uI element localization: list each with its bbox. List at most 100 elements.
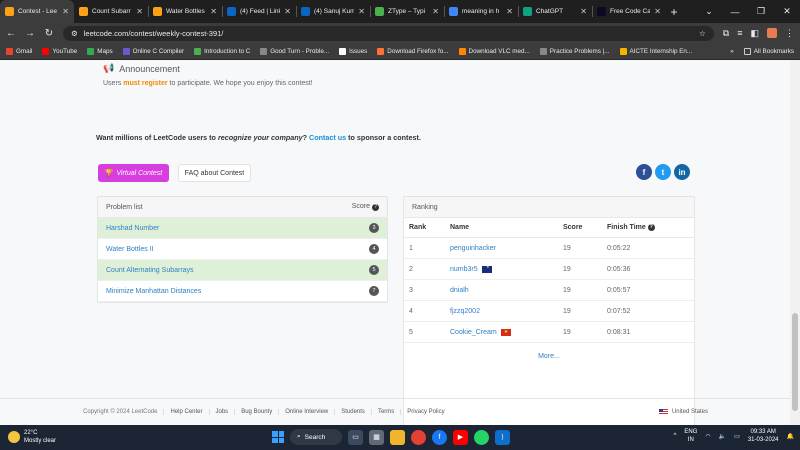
tray-overflow-icon[interactable]: ^ bbox=[674, 433, 677, 439]
bookmark-item[interactable]: Maps bbox=[87, 47, 113, 55]
extensions-icon[interactable]: ⧉ bbox=[723, 28, 729, 39]
close-tab-icon[interactable]: ✕ bbox=[284, 7, 291, 16]
maximize-button[interactable]: ❐ bbox=[748, 6, 774, 17]
site-info-icon[interactable]: ⚙ bbox=[71, 29, 78, 38]
close-tab-icon[interactable]: ✕ bbox=[580, 7, 587, 16]
browser-tab[interactable]: (4) Sanuj Kum ✕ bbox=[296, 0, 370, 23]
task-view-icon[interactable]: ▭ bbox=[348, 429, 363, 445]
help-icon[interactable]: ? bbox=[647, 224, 655, 231]
more-ranking-link[interactable]: More... bbox=[404, 343, 694, 370]
bookmark-item[interactable]: Good Turn - Proble... bbox=[260, 47, 329, 55]
bookmark-item[interactable]: Gmail bbox=[6, 47, 32, 55]
linkedin-share-button[interactable]: in bbox=[674, 164, 690, 180]
start-icon[interactable] bbox=[272, 431, 284, 443]
taskbar-search[interactable]: ⌕ Search bbox=[290, 429, 342, 445]
facebook-app-icon[interactable]: f bbox=[432, 429, 447, 445]
forward-button[interactable]: → bbox=[25, 28, 35, 39]
browser-tab[interactable]: ChatGPT ✕ bbox=[518, 0, 592, 23]
browser-tab[interactable]: ZType – Typi ✕ bbox=[370, 0, 444, 23]
browser-tab[interactable]: Free Code Ca ✕ bbox=[592, 0, 666, 23]
problem-link[interactable]: Water Bottles II bbox=[106, 246, 154, 253]
close-window-button[interactable]: ✕ bbox=[774, 6, 800, 17]
close-tab-icon[interactable]: ✕ bbox=[62, 7, 69, 16]
problem-row: Minimize Manhattan Distances 7 bbox=[98, 281, 387, 302]
more-bookmarks-icon[interactable]: » bbox=[730, 48, 734, 55]
vscode-icon[interactable]: ⟩ bbox=[495, 429, 510, 445]
close-tab-icon[interactable]: ✕ bbox=[432, 7, 439, 16]
user-link[interactable]: penguinhacker bbox=[450, 245, 496, 252]
temperature: 22°C bbox=[24, 430, 38, 436]
clock[interactable]: 09:33 AM 31-03-2024 bbox=[748, 428, 779, 444]
bookmark-item[interactable]: Practice Problems |... bbox=[539, 47, 610, 55]
menu-icon[interactable]: ⋮ bbox=[785, 28, 794, 39]
footer-link[interactable]: Online Interview bbox=[278, 409, 334, 415]
footer-link[interactable]: Students bbox=[334, 409, 371, 415]
register-link[interactable]: must register bbox=[123, 80, 167, 87]
footer-link[interactable]: Help Center bbox=[163, 409, 208, 415]
side-panel-icon[interactable]: ◧ bbox=[750, 28, 759, 39]
all-bookmarks-button[interactable]: All Bookmarks bbox=[743, 47, 794, 55]
user-link[interactable]: dnialh bbox=[450, 287, 469, 294]
close-tab-icon[interactable]: ✕ bbox=[506, 7, 513, 16]
user-link[interactable]: Cookie_Cream bbox=[450, 329, 497, 336]
file-explorer-icon[interactable] bbox=[390, 429, 405, 445]
url-text[interactable]: leetcode.com/contest/weekly-contest-391/ bbox=[84, 29, 693, 38]
new-tab-button[interactable]: + bbox=[666, 5, 682, 19]
bookmark-item[interactable]: Download VLC med... bbox=[458, 47, 530, 55]
bookmark-item[interactable]: AICTE Internship En... bbox=[619, 47, 692, 55]
problem-link[interactable]: Harshad Number bbox=[106, 225, 159, 232]
omnibox[interactable]: ⚙ leetcode.com/contest/weekly-contest-39… bbox=[63, 25, 714, 41]
close-tab-icon[interactable]: ✕ bbox=[358, 7, 365, 16]
volume-icon[interactable]: 🔈 bbox=[719, 433, 726, 440]
chrome-icon[interactable] bbox=[411, 429, 426, 445]
language-indicator[interactable]: ENG IN bbox=[684, 428, 697, 444]
profile-avatar[interactable] bbox=[767, 28, 777, 38]
footer-link[interactable]: Terms bbox=[370, 409, 400, 415]
faq-button[interactable]: FAQ about Contest bbox=[178, 164, 251, 182]
bookmark-star-icon[interactable]: ☆ bbox=[699, 29, 706, 38]
browser-tab[interactable]: Count Subarr ✕ bbox=[74, 0, 148, 23]
browser-tab[interactable]: (4) Feed | Link ✕ bbox=[222, 0, 296, 23]
youtube-app-icon[interactable]: ▶ bbox=[453, 429, 468, 445]
region-selector[interactable]: United States bbox=[658, 409, 708, 415]
tab-search-icon[interactable]: ⌄ bbox=[696, 6, 722, 17]
problem-link[interactable]: Minimize Manhattan Distances bbox=[106, 288, 201, 295]
bookmark-item[interactable]: Introduction to C bbox=[194, 47, 250, 55]
close-tab-icon[interactable]: ✕ bbox=[210, 7, 217, 16]
browser-tab-strip: Contest - Lee ✕ Count Subarr ✕ Water Bottles… bbox=[0, 0, 800, 23]
contact-us-link[interactable]: Contact us bbox=[309, 133, 346, 142]
virtual-contest-button[interactable]: 🏆 Virtual Contest bbox=[98, 164, 169, 182]
help-icon[interactable]: ? bbox=[372, 204, 379, 211]
whatsapp-icon[interactable] bbox=[474, 429, 489, 445]
bookmark-favicon bbox=[539, 47, 547, 55]
bookmark-item[interactable]: Download Firefox fo... bbox=[377, 47, 449, 55]
browser-tab[interactable]: Contest - Lee ✕ bbox=[0, 0, 74, 23]
announcement-text-before: Users bbox=[103, 80, 124, 87]
weather-widget[interactable]: 22°C Mostly clear bbox=[8, 429, 56, 445]
back-button[interactable]: ← bbox=[6, 28, 16, 39]
reload-button[interactable]: ↻ bbox=[44, 28, 54, 39]
close-tab-icon[interactable]: ✕ bbox=[136, 7, 143, 16]
browser-tab[interactable]: meaning in h ✕ bbox=[444, 0, 518, 23]
footer-link[interactable]: Jobs bbox=[208, 409, 235, 415]
problem-link[interactable]: Count Alternating Subarrays bbox=[106, 267, 194, 274]
twitter-share-button[interactable]: t bbox=[655, 164, 671, 180]
footer-link[interactable]: Privacy Policy bbox=[400, 409, 450, 415]
battery-icon[interactable]: ▭ bbox=[734, 433, 740, 440]
widgets-app-icon[interactable]: ▦ bbox=[369, 429, 384, 445]
reading-list-icon[interactable]: ≡ bbox=[737, 28, 742, 38]
user-link[interactable]: fjzzq2002 bbox=[450, 308, 480, 315]
bookmark-item[interactable]: YouTube bbox=[42, 47, 77, 55]
scrollbar-thumb[interactable] bbox=[792, 313, 798, 411]
browser-tab[interactable]: Water Bottles ✕ bbox=[148, 0, 222, 23]
user-link[interactable]: numb3r5 bbox=[450, 266, 478, 273]
bookmark-item[interactable]: Online C Compiler bbox=[122, 47, 184, 55]
minimize-button[interactable]: — bbox=[722, 7, 748, 17]
notification-bell-icon[interactable]: 🔔 bbox=[787, 433, 794, 440]
close-tab-icon[interactable]: ✕ bbox=[654, 7, 661, 16]
page-scrollbar[interactable] bbox=[790, 60, 800, 425]
bookmark-item[interactable]: Issues bbox=[339, 47, 367, 55]
footer-link[interactable]: Bug Bounty bbox=[234, 409, 278, 415]
facebook-share-button[interactable]: f bbox=[636, 164, 652, 180]
wifi-icon[interactable]: ◠ bbox=[705, 433, 710, 440]
